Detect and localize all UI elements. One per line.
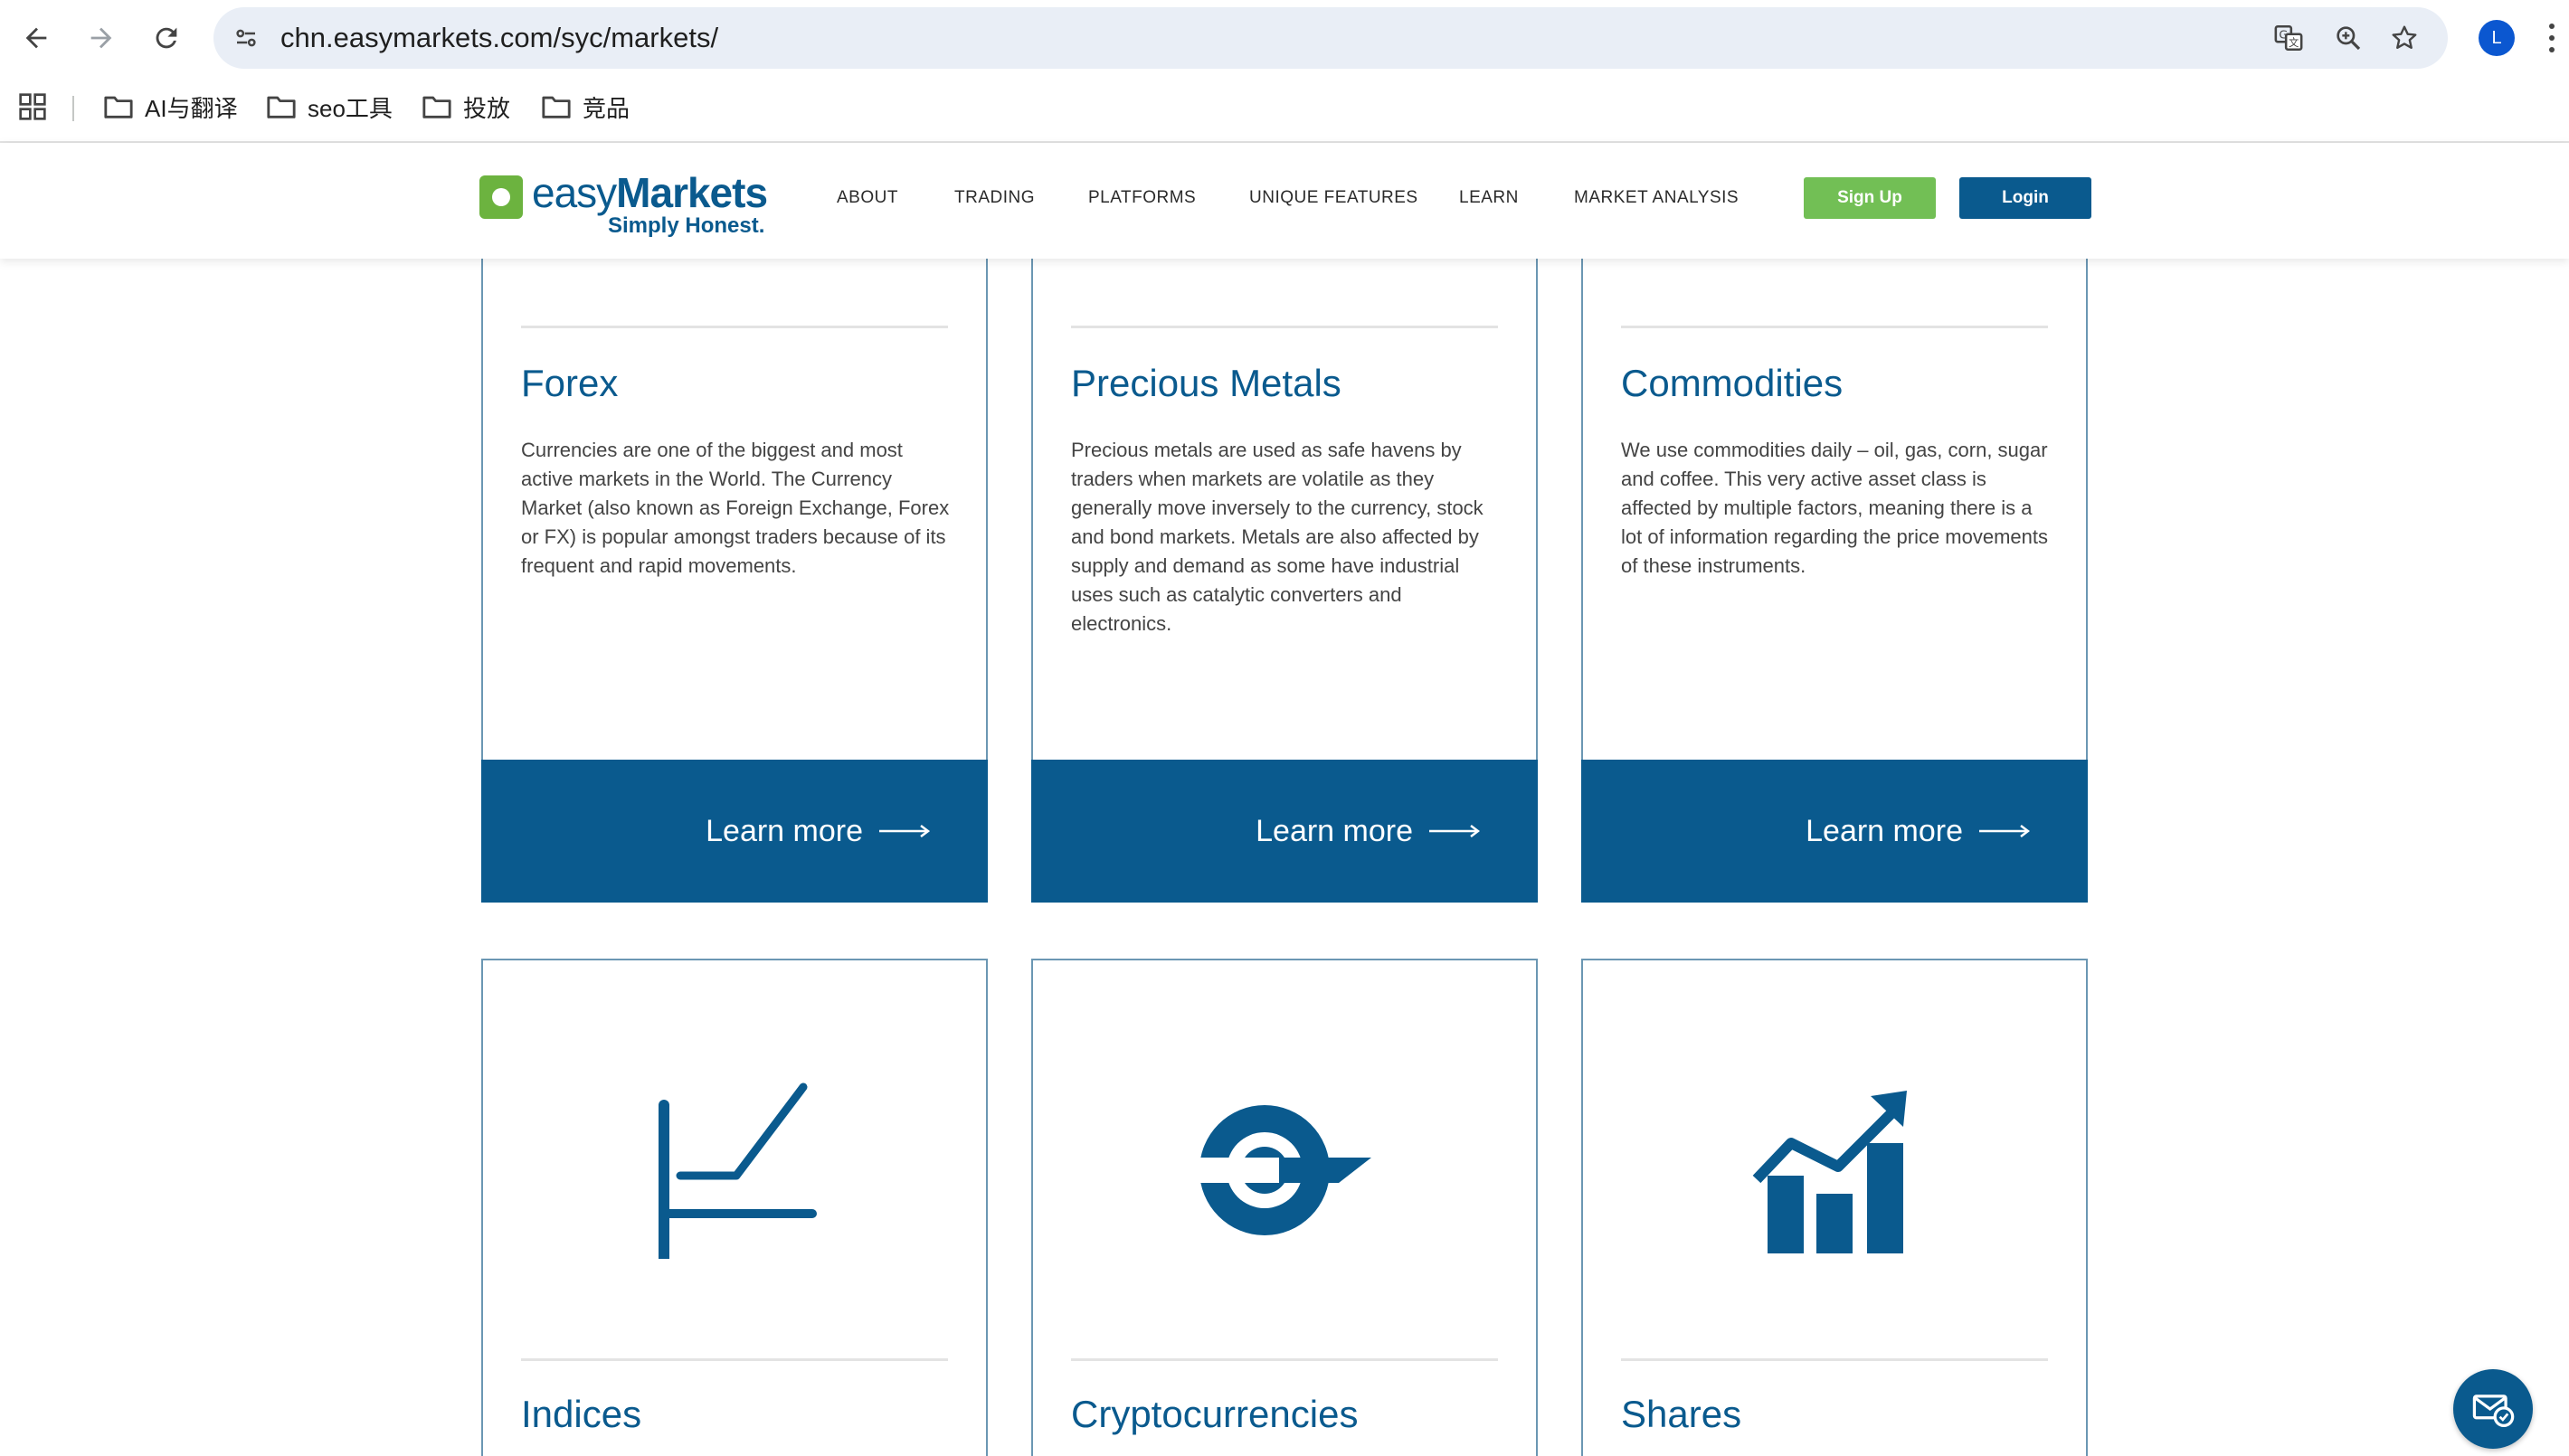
forex-learn-more-button[interactable]: Learn more: [481, 760, 988, 903]
markets-page: Forex Currencies are one of the biggest …: [0, 259, 2569, 1456]
learn-more-label: Learn more: [1256, 813, 1413, 848]
profile-avatar[interactable]: L: [2479, 20, 2515, 56]
bookmark-folder-ai[interactable]: AI与翻译: [103, 89, 238, 125]
nav-learn[interactable]: LEARN: [1459, 188, 1519, 208]
bookmarks-separator: [72, 96, 74, 121]
bookmark-folder-seo[interactable]: seo工具: [266, 89, 393, 125]
forward-button[interactable]: [80, 16, 123, 60]
indices-icon-wrap: [483, 1078, 986, 1259]
card-divider: [521, 1358, 948, 1361]
card-divider: [1621, 326, 2048, 328]
arrow-right-icon: [879, 825, 930, 837]
folder-icon: [542, 96, 571, 118]
site-header: easyMarkets Simply Honest. ABOUT TRADING…: [0, 143, 2569, 259]
shares-icon-wrap: [1583, 1078, 2086, 1259]
precious-metals-learn-more-button[interactable]: Learn more: [1031, 760, 1538, 903]
index-line-chart-icon: [659, 1083, 817, 1259]
bookmark-star-icon[interactable]: [2386, 20, 2422, 56]
apps-grid-icon[interactable]: [18, 92, 47, 121]
login-button[interactable]: Login: [1959, 177, 2091, 219]
market-card-forex: Forex Currencies are one of the biggest …: [481, 259, 988, 903]
bookmarks-bar: AI与翻译 seo工具 投放 竞品: [0, 76, 2569, 143]
address-bar[interactable]: chn.easymarkets.com/syc/markets/ G文: [213, 7, 2448, 69]
logo-wordmark: easyMarkets: [532, 169, 768, 216]
reload-button[interactable]: [145, 16, 188, 60]
card-divider: [1621, 1358, 2048, 1361]
card-description: Precious metals are used as safe havens …: [1071, 439, 1484, 635]
learn-more-label: Learn more: [1806, 813, 1963, 848]
arrow-right-icon: [1979, 825, 2030, 837]
zoom-icon[interactable]: [2330, 20, 2366, 56]
back-arrow-icon: [25, 27, 47, 49]
card-divider: [1071, 326, 1498, 328]
card-title: Precious Metals: [1071, 362, 1341, 404]
folder-icon: [104, 96, 133, 118]
card-title: Cryptocurrencies: [1071, 1393, 1359, 1435]
card-description: Currencies are one of the biggest and mo…: [521, 439, 950, 577]
market-card-cryptocurrencies[interactable]: Cryptocurrencies: [1031, 959, 1538, 1456]
arrow-right-icon: [1429, 825, 1480, 837]
translate-icon[interactable]: G文: [2270, 20, 2307, 56]
card-title: Commodities: [1621, 362, 1844, 404]
bar-chart-up-icon: [1752, 1091, 1907, 1253]
browser-toolbar: chn.easymarkets.com/syc/markets/ G文 L: [0, 0, 2569, 76]
nav-trading[interactable]: TRADING: [954, 188, 1035, 208]
card-divider: [521, 326, 948, 328]
market-card-shares[interactable]: Shares: [1581, 959, 2088, 1456]
nav-market-analysis[interactable]: MARKET ANALYSIS: [1574, 188, 1739, 208]
nav-platforms[interactable]: PLATFORMS: [1088, 188, 1196, 208]
card-title: Indices: [521, 1393, 642, 1435]
crypto-coin-icon: [1192, 1105, 1371, 1235]
folder-icon: [422, 96, 451, 118]
svg-text:文: 文: [2289, 36, 2299, 49]
browser-menu-icon[interactable]: [2545, 20, 2558, 56]
nav-about[interactable]: ABOUT: [837, 188, 898, 208]
bookmark-folder-competitors[interactable]: 竞品: [541, 89, 630, 125]
market-card-commodities: Commodities We use commodities daily – o…: [1581, 259, 2088, 903]
contact-chat-button[interactable]: [2453, 1369, 2533, 1449]
market-card-indices[interactable]: Indices: [481, 959, 988, 1456]
reload-icon: [156, 27, 177, 49]
card-description: We use commodities daily – oil, gas, cor…: [1621, 439, 2049, 577]
crypto-icon-wrap: [1033, 1078, 1536, 1259]
mail-chat-icon: [2472, 1395, 2515, 1428]
sign-up-button[interactable]: Sign Up: [1804, 177, 1936, 219]
market-card-precious-metals: Precious Metals Precious metals are used…: [1031, 259, 1538, 903]
bookmark-folder-ads[interactable]: 投放: [422, 89, 510, 125]
site-info-icon[interactable]: [228, 20, 264, 56]
card-divider: [1071, 1358, 1498, 1361]
learn-more-label: Learn more: [706, 813, 863, 848]
url-text[interactable]: chn.easymarkets.com/syc/markets/: [280, 20, 718, 56]
commodities-learn-more-button[interactable]: Learn more: [1581, 760, 2088, 903]
easymarkets-logo[interactable]: easyMarkets Simply Honest.: [479, 168, 768, 238]
folder-icon: [267, 96, 296, 118]
logo-mark-icon: [479, 175, 523, 219]
forward-arrow-icon: [90, 27, 112, 49]
card-title: Forex: [521, 362, 619, 404]
logo-tagline: Simply Honest.: [608, 213, 765, 238]
back-button[interactable]: [14, 16, 58, 60]
card-title: Shares: [1621, 1393, 1742, 1435]
nav-unique-features[interactable]: UNIQUE FEATURES: [1249, 188, 1418, 208]
